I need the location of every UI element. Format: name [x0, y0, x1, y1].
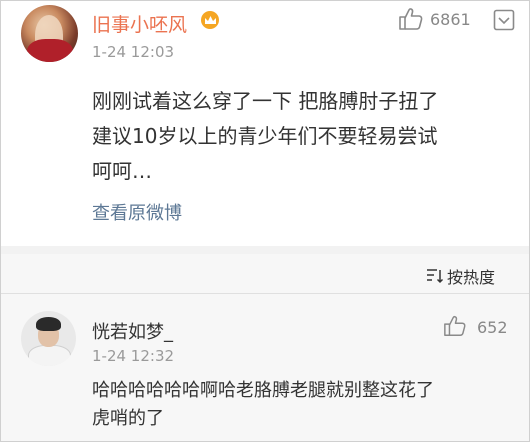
comment-body: 哈哈哈哈哈哈啊哈老胳膊老腿就别整这花了 虎哨的了: [92, 377, 517, 433]
post-text-line: 刚刚试着这么穿了一下 把胳膊肘子扭了: [92, 89, 439, 113]
avatar-hair: [36, 317, 61, 331]
view-original-link[interactable]: 查看原微博: [92, 199, 182, 225]
sort-bar: 按热度: [1, 254, 529, 294]
sort-icon: [427, 269, 444, 284]
crown-icon: [201, 11, 219, 29]
comment-text-line: 哈哈哈哈哈哈啊哈老胳膊老腿就别整这花了: [92, 380, 434, 401]
avatar[interactable]: [21, 311, 76, 366]
comment-like-count: 652: [477, 318, 508, 337]
more-options-icon[interactable]: [492, 8, 516, 32]
comment-text-line: 虎哨的了: [92, 408, 164, 429]
sort-by-hot-button[interactable]: 按热度: [426, 264, 495, 288]
comment-item: 恍若如梦_ 1-24 12:32 652 哈哈哈哈哈哈啊哈老胳膊老腿就别整这花了…: [1, 294, 529, 441]
post-like-count: 6861: [430, 10, 471, 29]
avatar[interactable]: [21, 5, 78, 62]
thumbs-up-icon[interactable]: [398, 6, 424, 32]
post-text-line: 建议10岁以上的青少年们不要轻易尝试: [92, 124, 438, 148]
post-time: 1-24 12:03: [92, 43, 175, 61]
main-post: 旧事小呸风 1-24 12:03 6861 刚刚试着这么穿了一下 把胳膊肘子扭了…: [1, 1, 529, 246]
sort-label: 按热度: [447, 268, 496, 287]
thumbs-up-icon[interactable]: [443, 314, 467, 338]
post-text-line: 呵呵…: [92, 159, 152, 183]
comment-username[interactable]: 恍若如梦_: [92, 318, 173, 344]
post-username[interactable]: 旧事小呸风: [92, 10, 187, 37]
post-body: 刚刚试着这么穿了一下 把胳膊肘子扭了 建议10岁以上的青少年们不要轻易尝试 呵呵…: [92, 84, 512, 189]
comment-time: 1-24 12:32: [92, 347, 175, 365]
avatar-robe: [27, 39, 73, 62]
avatar-body: [28, 345, 71, 366]
section-divider: [1, 246, 529, 254]
weibo-comment-view: 旧事小呸风 1-24 12:03 6861 刚刚试着这么穿了一下 把胳膊肘子扭了…: [0, 0, 530, 442]
